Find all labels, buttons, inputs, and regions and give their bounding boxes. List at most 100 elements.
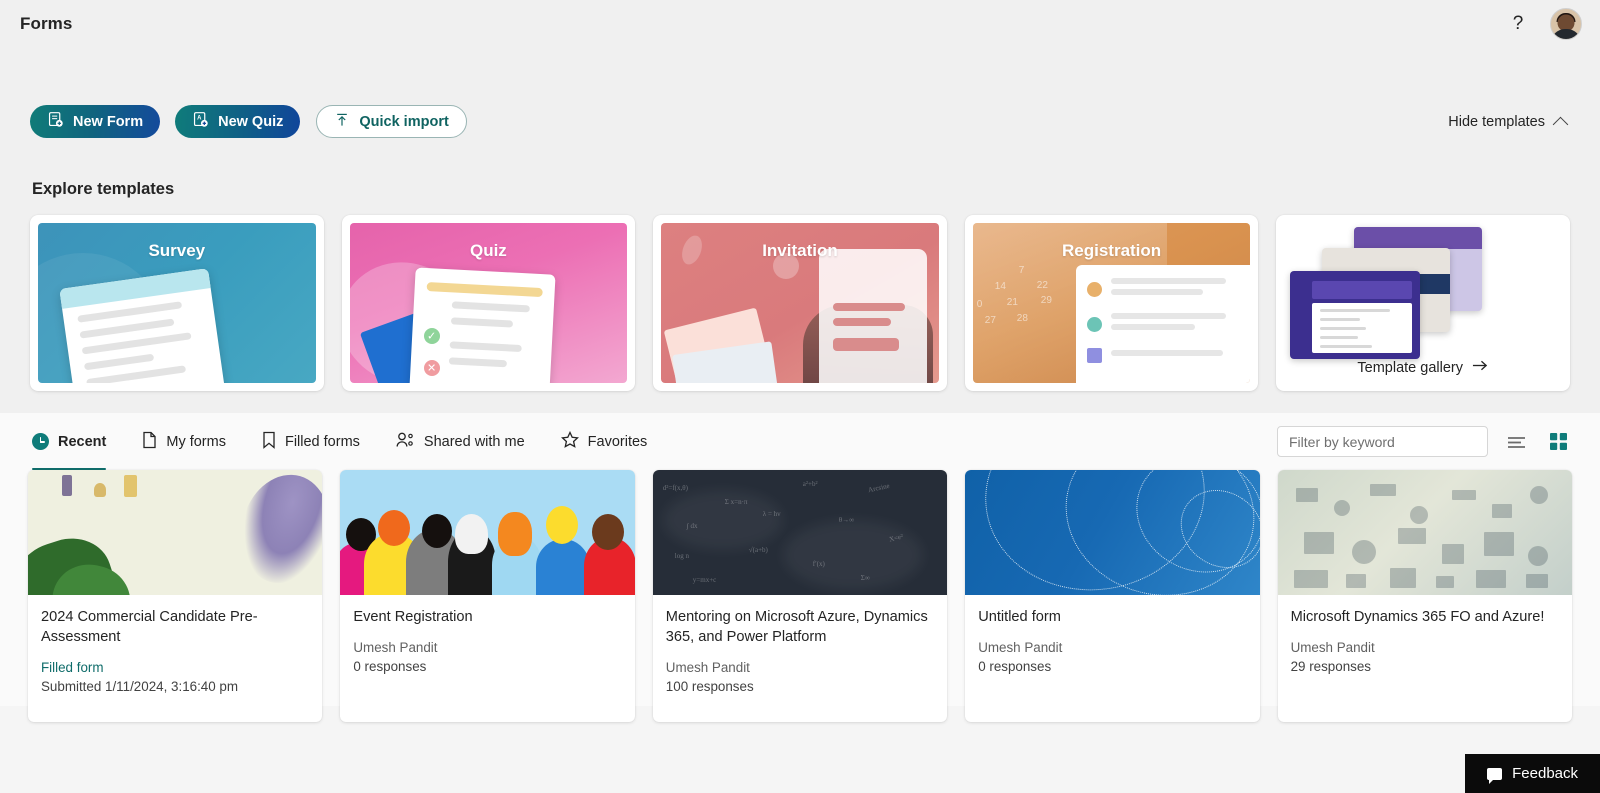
- hide-templates-button[interactable]: Hide templates: [1444, 108, 1570, 136]
- chevron-up-icon: [1552, 116, 1569, 133]
- invitation-thumbnail: Invitation: [661, 223, 939, 383]
- survey-thumbnail: Survey: [38, 223, 316, 383]
- avatar[interactable]: [1550, 8, 1582, 40]
- decor-cal-num: 22: [1036, 280, 1048, 291]
- template-label: Survey: [148, 241, 206, 260]
- registration-thumbnail: 7 14 22 0 21 29 27 28 Registration: [972, 223, 1251, 383]
- template-gallery-label: Template gallery: [1357, 359, 1463, 376]
- quick-import-button[interactable]: Quick import: [316, 105, 467, 138]
- decor-line: [449, 341, 522, 353]
- template-card-quiz[interactable]: Quiz ✓ ✕: [341, 215, 636, 391]
- form-thumbnail: [28, 470, 323, 595]
- new-quiz-button[interactable]: A New Quiz: [175, 105, 301, 138]
- page-title: Forms: [20, 14, 73, 33]
- decor-smudge: [662, 490, 783, 550]
- tab-label: Favorites: [587, 433, 648, 450]
- form-thumbnail: [965, 470, 1260, 595]
- check-icon: ✓: [423, 328, 440, 344]
- tab-label: My forms: [166, 433, 226, 450]
- star-icon: [560, 430, 579, 452]
- people-icon: [396, 432, 415, 452]
- decor-line: [450, 317, 513, 328]
- templates-panel: New Form A New Quiz Quick import Hide te…: [0, 48, 1600, 413]
- form-card-body: 2024 Commercial Candidate Pre-Assessment…: [28, 595, 322, 694]
- tab-favorites[interactable]: Favorites: [560, 413, 662, 470]
- grid-view-icon[interactable]: [1545, 428, 1572, 455]
- tab-filled-forms[interactable]: Filled forms: [262, 413, 374, 470]
- decor-cal-num: 14: [994, 281, 1006, 292]
- template-card-survey[interactable]: Survey: [30, 215, 324, 391]
- form-title: Untitled form: [978, 609, 1061, 625]
- form-title: 2024 Commercial Candidate Pre-Assessment: [41, 609, 258, 645]
- tab-recent[interactable]: Recent: [28, 413, 120, 470]
- top-bar: Forms ?: [0, 0, 1600, 48]
- decor-bottle: [94, 483, 106, 497]
- form-submitted-time: Submitted 1/11/2024, 3:16:40 pm: [41, 679, 239, 694]
- template-label: Registration: [1062, 241, 1162, 260]
- form-card[interactable]: Microsoft Dynamics 365 FO and Azure! Ume…: [1277, 470, 1572, 722]
- form-card[interactable]: Untitled form Umesh Pandit 0 responses: [965, 470, 1260, 722]
- decor-panel: [1075, 265, 1251, 383]
- tab-shared-with-me[interactable]: Shared with me: [396, 413, 539, 470]
- form-owner: Umesh Pandit: [353, 640, 438, 655]
- search-input[interactable]: [1277, 426, 1488, 457]
- template-label: Invitation: [762, 241, 838, 260]
- form-responses: 100 responses: [665, 679, 754, 694]
- form-title: Mentoring on Microsoft Azure, Dynamics 3…: [665, 609, 928, 645]
- form-responses: 0 responses: [353, 659, 427, 674]
- decor-line: [83, 353, 155, 371]
- template-gallery-card[interactable]: Template gallery: [1276, 215, 1570, 391]
- template-grid: Survey Quiz ✓ ✕ Invitation 7 14 22 0 21 …: [30, 215, 1570, 391]
- person-icon: [1086, 281, 1102, 297]
- form-owner: Umesh Pandit: [665, 660, 750, 675]
- tab-label: Filled forms: [284, 433, 360, 450]
- new-form-label: New Form: [73, 113, 144, 130]
- decor-line: [451, 301, 530, 313]
- quiz-thumbnail: Quiz ✓ ✕: [349, 223, 628, 383]
- form-card-body: Microsoft Dynamics 365 FO and Azure! Ume…: [1278, 595, 1572, 674]
- feedback-button[interactable]: Feedback: [1465, 754, 1600, 793]
- decor-bottle: [62, 475, 72, 496]
- form-responses: 29 responses: [1290, 659, 1371, 674]
- template-label: Quiz: [469, 241, 507, 260]
- quick-import-label: Quick import: [359, 113, 449, 130]
- form-owner: Umesh Pandit: [978, 640, 1063, 655]
- list-tools: [1277, 426, 1572, 457]
- sort-lines-icon[interactable]: [1502, 430, 1531, 454]
- feedback-label: Feedback: [1512, 765, 1578, 782]
- help-icon[interactable]: ?: [1502, 8, 1534, 40]
- chat-bubble-icon: [1487, 767, 1503, 784]
- svg-text:A: A: [197, 116, 202, 122]
- decor-bottle: [124, 475, 137, 497]
- decor-line: [448, 357, 507, 368]
- form-responses: 0 responses: [978, 659, 1052, 674]
- template-card-registration[interactable]: 7 14 22 0 21 29 27 28 Registration: [964, 215, 1259, 391]
- decor-band: [426, 282, 543, 298]
- form-card[interactable]: Event Registration Umesh Pandit 0 respon…: [340, 470, 635, 722]
- tab-my-forms[interactable]: My forms: [142, 413, 240, 470]
- forms-section: Recent My forms Filled forms Shared with…: [0, 413, 1600, 722]
- form-thumbnail: [340, 470, 635, 595]
- gallery-thumbnail: [1276, 223, 1570, 359]
- template-card-invitation[interactable]: Invitation: [653, 215, 947, 391]
- decor-head: [546, 506, 579, 544]
- decor-cal-num: 27: [984, 315, 996, 326]
- decor-paper: [59, 268, 227, 383]
- form-card-body: Untitled form Umesh Pandit 0 responses: [965, 595, 1259, 674]
- building-icon: [1086, 348, 1102, 363]
- form-title: Event Registration: [353, 609, 473, 625]
- template-gallery-link[interactable]: Template gallery: [1357, 359, 1489, 376]
- decor-phone: [818, 249, 927, 383]
- location-icon: [1086, 316, 1102, 332]
- decor-person: [536, 539, 591, 595]
- top-bar-actions: ?: [1502, 8, 1582, 40]
- form-title: Microsoft Dynamics 365 FO and Azure!: [1290, 609, 1545, 625]
- bookmark-icon: [262, 431, 276, 453]
- new-form-button[interactable]: New Form: [30, 105, 161, 138]
- decor-cal-num: 28: [1016, 313, 1028, 324]
- form-card[interactable]: 2024 Commercial Candidate Pre-Assessment…: [28, 470, 323, 722]
- status-badge: Filled form: [41, 660, 104, 675]
- form-owner: Umesh Pandit: [1290, 640, 1375, 655]
- upload-arrow-icon: [334, 112, 350, 132]
- form-card[interactable]: d²=f(x,θ) Σ x=n·π a²+b² Arcsine ∫ dx λ =…: [652, 470, 948, 722]
